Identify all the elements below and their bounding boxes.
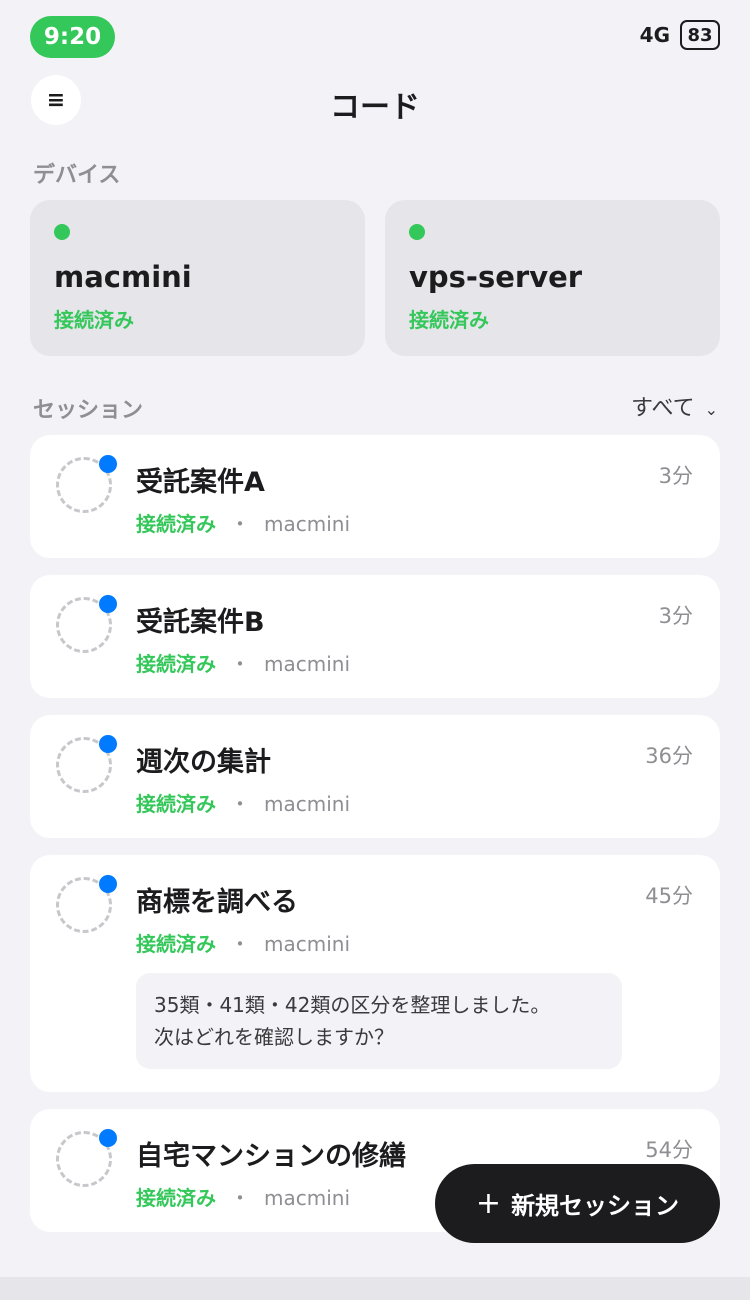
session-title: 自宅マンションの修繕	[136, 1141, 406, 1172]
session-title: 受託案件A	[136, 467, 265, 498]
meta-separator: ・	[230, 652, 250, 676]
unread-indicator	[99, 455, 117, 473]
session-status: 接続済み	[136, 792, 216, 816]
device-name: vps-server	[409, 260, 583, 294]
devices-section-label: デバイス	[33, 163, 121, 188]
device-card-macmini[interactable]: macmini 接続済み	[30, 200, 365, 356]
session-status: 接続済み	[136, 1186, 216, 1210]
session-title: 週次の集計	[136, 747, 271, 778]
session-meta: 接続済み・ macmini	[136, 508, 350, 537]
session-card[interactable]: 受託案件B 接続済み・ macmini 3分	[30, 575, 720, 698]
meta-separator: ・	[230, 1186, 250, 1210]
online-status-dot	[409, 224, 425, 240]
session-device: macmini	[264, 1186, 351, 1210]
device-status: 接続済み	[409, 308, 489, 332]
preview-line: 次はどれを確認しますか？	[154, 1025, 394, 1049]
meta-separator: ・	[230, 932, 250, 956]
unread-indicator	[99, 875, 117, 893]
meta-separator: ・	[230, 512, 250, 536]
plus-icon: +	[475, 1185, 502, 1221]
session-time: 45分	[645, 884, 693, 908]
unread-indicator	[99, 595, 117, 613]
status-indicators: 4G 83	[640, 20, 720, 50]
session-time: 3分	[658, 464, 693, 488]
new-session-label: 新規セッション	[511, 1192, 680, 1220]
unread-indicator	[99, 735, 117, 753]
bottom-bar	[0, 1277, 750, 1300]
session-meta: 接続済み・ macmini	[136, 788, 350, 817]
page-title: コード	[330, 90, 420, 125]
session-status: 接続済み	[136, 652, 216, 676]
session-title: 受託案件B	[136, 607, 265, 638]
new-session-button[interactable]: + 新規セッション	[435, 1164, 720, 1243]
session-title: 商標を調べる	[136, 887, 298, 918]
preview-line: 35類・41類・42類の区分を整理しました。	[154, 993, 551, 1017]
status-time: 9:20	[30, 16, 115, 58]
session-status: 接続済み	[136, 512, 216, 536]
filter-label: すべて	[631, 396, 695, 421]
session-device: macmini	[264, 512, 351, 536]
message-preview: 35類・41類・42類の区分を整理しました。 次はどれを確認しますか？	[136, 973, 622, 1069]
session-device: macmini	[264, 792, 351, 816]
session-device: macmini	[264, 932, 351, 956]
session-time: 54分	[645, 1138, 693, 1162]
session-meta: 接続済み・ macmini	[136, 928, 350, 957]
session-card[interactable]: 受託案件A 接続済み・ macmini 3分	[30, 435, 720, 558]
online-status-dot	[54, 224, 70, 240]
device-status: 接続済み	[54, 308, 134, 332]
session-status: 接続済み	[136, 932, 216, 956]
session-meta: 接続済み・ macmini	[136, 1182, 350, 1211]
unread-indicator	[99, 1129, 117, 1147]
sessions-section-label: セッション	[33, 398, 144, 423]
session-card[interactable]: 商標を調べる 接続済み・ macmini 45分 35類・41類・42類の区分を整…	[30, 855, 720, 1092]
session-card[interactable]: 週次の集計 接続済み・ macmini 36分	[30, 715, 720, 838]
device-card-vps-server[interactable]: vps-server 接続済み	[385, 200, 720, 356]
network-indicator: 4G	[639, 23, 670, 47]
session-filter-dropdown[interactable]: すべて ⌄	[631, 390, 718, 422]
session-time: 36分	[645, 744, 693, 768]
session-device: macmini	[264, 652, 351, 676]
meta-separator: ・	[230, 792, 250, 816]
device-name: macmini	[54, 260, 192, 294]
session-meta: 接続済み・ macmini	[136, 648, 350, 677]
chevron-down-icon: ⌄	[704, 400, 718, 419]
session-time: 3分	[658, 604, 693, 628]
battery-icon: 83	[680, 20, 720, 50]
